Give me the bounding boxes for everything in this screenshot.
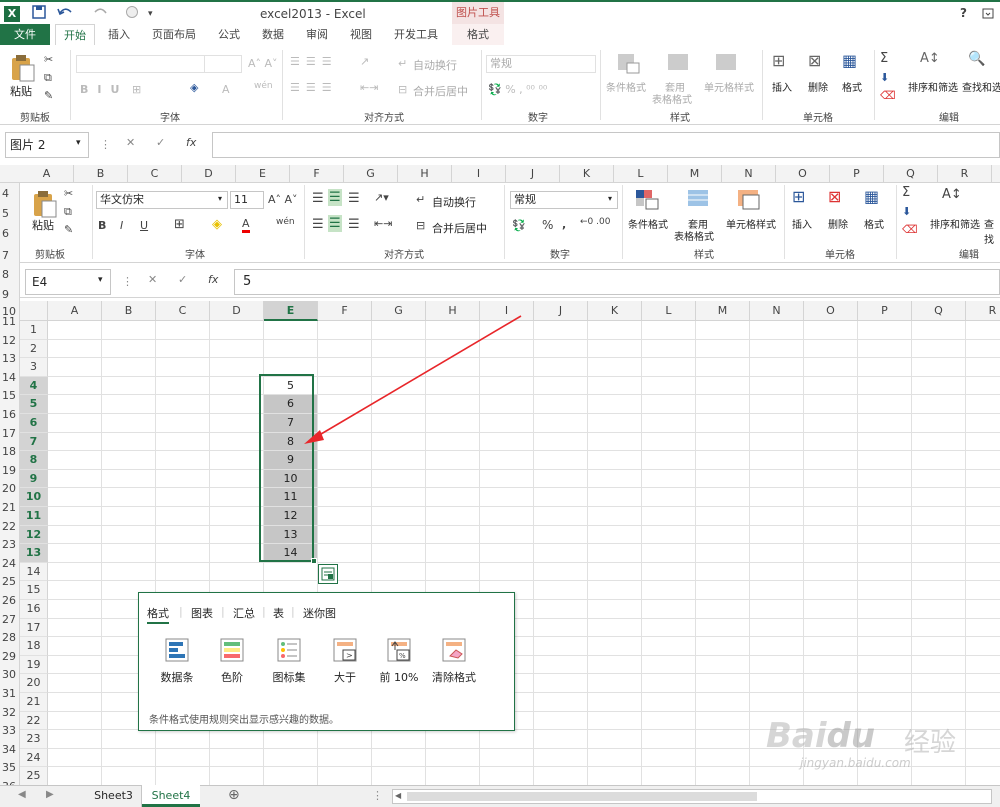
scroll-left-icon[interactable]: ◀ xyxy=(395,791,401,800)
next-sheet-icon[interactable]: ▶ xyxy=(46,789,54,800)
sheet-tab-sheet3[interactable]: Sheet3 xyxy=(86,786,142,807)
add-sheet-icon[interactable]: ⊕ xyxy=(228,787,240,803)
tab-splitter-icon[interactable]: ⋮ xyxy=(372,789,383,802)
watermark-brand: Baidu xyxy=(766,716,876,756)
watermark-cn: 经验 xyxy=(904,728,957,758)
sheet-tab-sheet4[interactable]: Sheet4 xyxy=(142,785,200,807)
watermark-url: jingyan.baidu.com xyxy=(800,756,911,770)
scroll-thumb[interactable] xyxy=(407,792,757,801)
prev-sheet-icon[interactable]: ◀ xyxy=(18,789,26,800)
horizontal-scrollbar[interactable]: ◀ xyxy=(392,789,992,804)
annotation-arrow xyxy=(304,315,522,444)
sheet-tab-bar: ◀ ▶ Sheet3 Sheet4 ⊕ ⋮ ◀ xyxy=(0,785,1000,807)
